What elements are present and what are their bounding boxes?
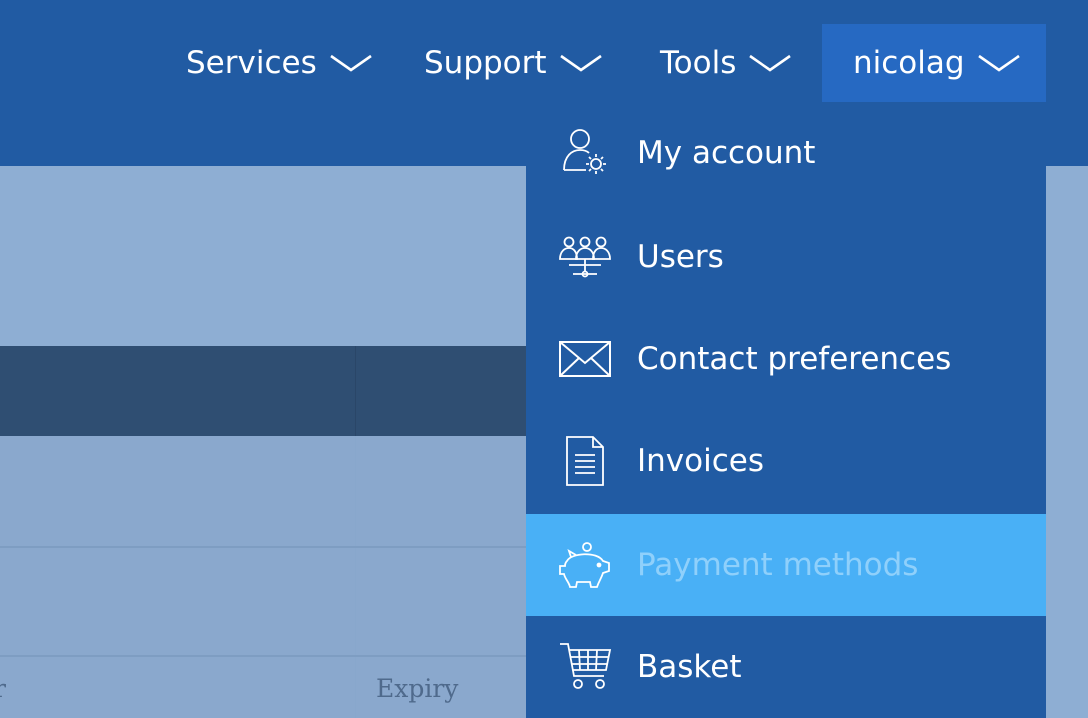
- nav-user-menu[interactable]: nicolag: [822, 24, 1046, 102]
- nav-tools[interactable]: Tools: [660, 24, 792, 102]
- chevron-down-icon: [329, 52, 373, 74]
- nav-tools-label: Tools: [660, 45, 737, 81]
- column-divider: [355, 346, 356, 436]
- nav-support-label: Support: [424, 45, 547, 81]
- menu-item-basket[interactable]: Basket: [526, 616, 1046, 718]
- nav-support[interactable]: Support: [424, 24, 603, 102]
- table-body: r Expiry: [0, 436, 526, 718]
- users-network-icon: [556, 228, 614, 286]
- nav-services-label: Services: [186, 45, 317, 81]
- menu-item-my-account[interactable]: My account: [526, 102, 1046, 204]
- menu-item-label: Basket: [637, 649, 742, 685]
- chevron-down-icon: [977, 52, 1021, 74]
- chevron-down-icon: [748, 52, 792, 74]
- chevron-down-icon: [559, 52, 603, 74]
- menu-item-contact-preferences[interactable]: Contact preferences: [526, 308, 1046, 410]
- table-header: [0, 346, 526, 436]
- menu-item-label: Payment methods: [637, 547, 919, 583]
- menu-item-label: Users: [637, 239, 724, 275]
- menu-item-payment-methods[interactable]: Payment methods: [526, 514, 1046, 616]
- column-label-expiry: Expiry: [376, 674, 459, 703]
- column-divider: [355, 436, 356, 718]
- nav-services[interactable]: Services: [186, 24, 373, 102]
- column-label: r: [0, 674, 6, 703]
- menu-item-invoices[interactable]: Invoices: [526, 410, 1046, 512]
- row-divider: [0, 655, 526, 657]
- menu-item-label: My account: [637, 135, 816, 171]
- row-divider: [0, 546, 526, 548]
- user-gear-icon: [556, 124, 614, 182]
- piggy-bank-icon: [556, 536, 614, 594]
- nav-user-label: nicolag: [853, 45, 965, 81]
- menu-item-label: Contact preferences: [637, 341, 952, 377]
- menu-item-users[interactable]: Users: [526, 206, 1046, 308]
- user-dropdown-menu: My account Users Contact preferences Inv…: [526, 102, 1046, 718]
- menu-item-label: Invoices: [637, 443, 764, 479]
- cart-icon: [556, 638, 614, 696]
- envelope-icon: [556, 330, 614, 388]
- document-icon: [556, 432, 614, 490]
